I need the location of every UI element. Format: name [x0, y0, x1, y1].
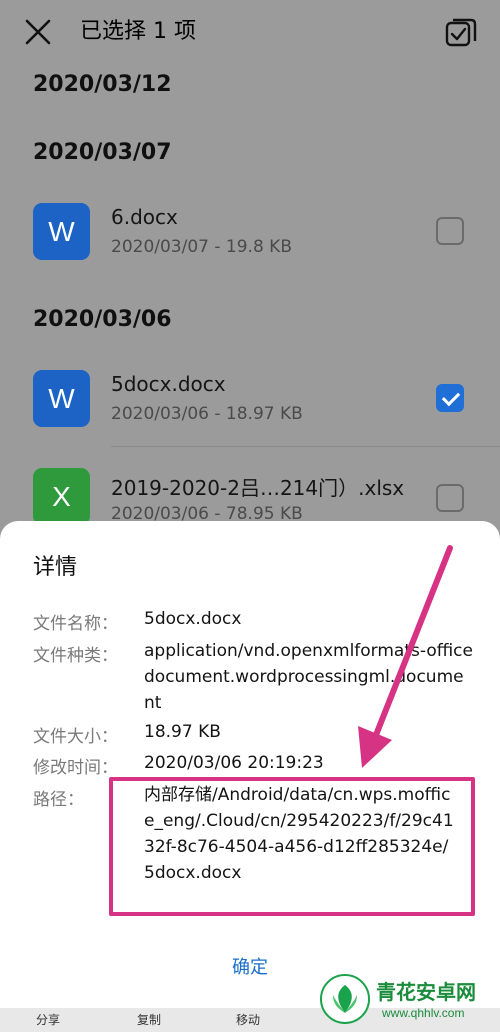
move-button[interactable]: 移动 — [236, 1011, 260, 1028]
selection-title: 已选择 1 项 — [80, 19, 196, 44]
annotation-arrow-icon — [358, 545, 453, 768]
date-header: 2020/03/12 — [33, 72, 172, 97]
copy-button[interactable]: 复制 — [137, 1011, 161, 1028]
file-checkbox[interactable] — [436, 217, 464, 245]
dialog-title: 详情 — [33, 555, 78, 580]
detail-label-path: 路径： — [33, 790, 84, 810]
watermark: 青花安卓网 www.qhhlv.com — [310, 968, 500, 1032]
file-name: 6.docx — [111, 205, 178, 229]
file-name: 5docx.docx — [111, 372, 226, 396]
watermark-url: www.qhhlv.com — [382, 1006, 465, 1020]
detail-label-type: 文件种类： — [33, 646, 118, 666]
detail-label-size: 文件大小： — [33, 727, 118, 747]
file-row[interactable]: W 6.docx 2020/03/07 - 19.8 KB — [0, 187, 500, 277]
close-icon — [25, 19, 51, 45]
excel-file-icon: X — [33, 468, 90, 525]
word-file-icon: W — [33, 370, 90, 427]
file-checkbox[interactable] — [436, 484, 464, 512]
row-divider — [111, 446, 500, 447]
close-button[interactable] — [22, 16, 54, 48]
file-name: 2019-2020-2吕…214门）.xlsx — [111, 476, 405, 500]
top-bar: 已选择 1 项 — [0, 0, 500, 64]
share-button[interactable]: 分享 — [36, 1011, 60, 1028]
select-all-button[interactable] — [444, 15, 478, 49]
file-row[interactable]: W 5docx.docx 2020/03/06 - 18.97 KB — [0, 354, 500, 444]
watermark-logo-icon — [320, 974, 370, 1024]
word-file-icon: W — [33, 203, 90, 260]
file-meta: 2020/03/06 - 18.97 KB — [111, 404, 303, 424]
confirm-button[interactable]: 确定 — [200, 951, 300, 985]
file-checkbox-checked[interactable] — [436, 384, 464, 412]
watermark-name: 青花安卓网 — [376, 980, 476, 1004]
path-highlight-box — [109, 777, 475, 916]
date-header: 2020/03/07 — [33, 140, 172, 165]
select-all-icon — [445, 18, 477, 47]
date-header: 2020/03/06 — [33, 307, 172, 332]
detail-label-name: 文件名称： — [33, 614, 118, 634]
file-meta: 2020/03/07 - 19.8 KB — [111, 237, 292, 257]
detail-label-modified: 修改时间： — [33, 758, 118, 778]
